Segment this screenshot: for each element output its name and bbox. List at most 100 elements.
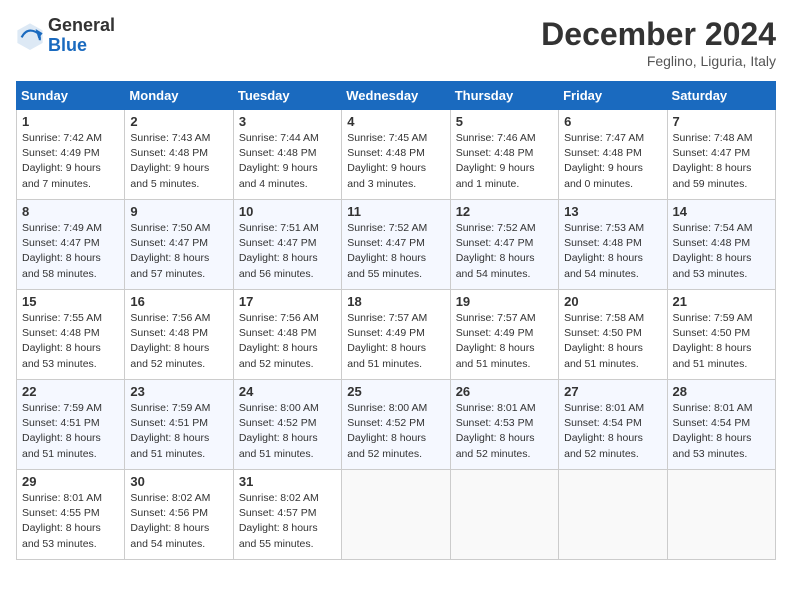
calendar-cell: 10Sunrise: 7:51 AM Sunset: 4:47 PM Dayli…: [233, 200, 341, 290]
day-info: Sunrise: 7:50 AM Sunset: 4:47 PM Dayligh…: [130, 221, 227, 282]
calendar-cell: 12Sunrise: 7:52 AM Sunset: 4:47 PM Dayli…: [450, 200, 558, 290]
calendar-cell: 1 Sunrise: 7:42 AM Sunset: 4:49 PM Daylig…: [17, 110, 125, 200]
header-day-monday: Monday: [125, 82, 233, 110]
day-info: Sunrise: 7:44 AM Sunset: 4:48 PM Dayligh…: [239, 131, 336, 192]
day-number: 4: [347, 114, 444, 129]
day-info: Sunrise: 8:00 AM Sunset: 4:52 PM Dayligh…: [239, 401, 336, 462]
day-info: Sunrise: 8:00 AM Sunset: 4:52 PM Dayligh…: [347, 401, 444, 462]
day-info: Sunrise: 7:58 AM Sunset: 4:50 PM Dayligh…: [564, 311, 661, 372]
calendar-cell: [559, 470, 667, 560]
calendar-cell: 30 Sunrise: 8:02 AM Sunset: 4:56 PM Dayli…: [125, 470, 233, 560]
logo-general: General: [48, 16, 115, 36]
day-number: 2: [130, 114, 227, 129]
day-number: 1: [22, 114, 119, 129]
day-info: Sunrise: 8:01 AM Sunset: 4:53 PM Dayligh…: [456, 401, 553, 462]
day-info: Sunrise: 7:56 AM Sunset: 4:48 PM Dayligh…: [239, 311, 336, 372]
calendar-cell: 4 Sunrise: 7:45 AM Sunset: 4:48 PM Daylig…: [342, 110, 450, 200]
day-number: 6: [564, 114, 661, 129]
calendar-cell: 31Sunrise: 8:02 AM Sunset: 4:57 PM Dayli…: [233, 470, 341, 560]
calendar-cell: 6 Sunrise: 7:47 AM Sunset: 4:48 PM Daylig…: [559, 110, 667, 200]
day-info: Sunrise: 8:01 AM Sunset: 4:54 PM Dayligh…: [673, 401, 770, 462]
header-row: SundayMondayTuesdayWednesdayThursdayFrid…: [17, 82, 776, 110]
day-number: 15: [22, 294, 119, 309]
title-section: December 2024 Feglino, Liguria, Italy: [541, 16, 776, 69]
day-number: 5: [456, 114, 553, 129]
day-number: 19: [456, 294, 553, 309]
logo: General Blue: [16, 16, 115, 56]
day-info: Sunrise: 7:52 AM Sunset: 4:47 PM Dayligh…: [347, 221, 444, 282]
calendar-cell: 16 Sunrise: 7:56 AM Sunset: 4:48 PM Dayli…: [125, 290, 233, 380]
header-day-sunday: Sunday: [17, 82, 125, 110]
logo-blue: Blue: [48, 36, 115, 56]
day-info: Sunrise: 8:01 AM Sunset: 4:54 PM Dayligh…: [564, 401, 661, 462]
calendar-cell: 3Sunrise: 7:44 AM Sunset: 4:48 PM Daylig…: [233, 110, 341, 200]
calendar-cell: 8Sunrise: 7:49 AM Sunset: 4:47 PM Daylig…: [17, 200, 125, 290]
header-day-saturday: Saturday: [667, 82, 775, 110]
day-info: Sunrise: 7:42 AM Sunset: 4:49 PM Dayligh…: [22, 131, 119, 192]
calendar-body: 1 Sunrise: 7:42 AM Sunset: 4:49 PM Daylig…: [17, 110, 776, 560]
calendar-cell: 25 Sunrise: 8:00 AM Sunset: 4:52 PM Dayli…: [342, 380, 450, 470]
day-info: Sunrise: 7:55 AM Sunset: 4:48 PM Dayligh…: [22, 311, 119, 372]
calendar-cell: [667, 470, 775, 560]
day-info: Sunrise: 7:59 AM Sunset: 4:50 PM Dayligh…: [673, 311, 770, 372]
calendar-cell: 27 Sunrise: 8:01 AM Sunset: 4:54 PM Dayli…: [559, 380, 667, 470]
day-info: Sunrise: 7:59 AM Sunset: 4:51 PM Dayligh…: [130, 401, 227, 462]
week-row-1: 1 Sunrise: 7:42 AM Sunset: 4:49 PM Daylig…: [17, 110, 776, 200]
day-number: 7: [673, 114, 770, 129]
calendar-cell: [450, 470, 558, 560]
header-day-friday: Friday: [559, 82, 667, 110]
day-number: 21: [673, 294, 770, 309]
calendar-cell: 28 Sunrise: 8:01 AM Sunset: 4:54 PM Dayli…: [667, 380, 775, 470]
calendar-cell: 23 Sunrise: 7:59 AM Sunset: 4:51 PM Dayli…: [125, 380, 233, 470]
day-number: 28: [673, 384, 770, 399]
day-info: Sunrise: 7:47 AM Sunset: 4:48 PM Dayligh…: [564, 131, 661, 192]
week-row-2: 8Sunrise: 7:49 AM Sunset: 4:47 PM Daylig…: [17, 200, 776, 290]
header-day-thursday: Thursday: [450, 82, 558, 110]
day-number: 22: [22, 384, 119, 399]
day-number: 23: [130, 384, 227, 399]
day-number: 17: [239, 294, 336, 309]
calendar-cell: 26 Sunrise: 8:01 AM Sunset: 4:53 PM Dayli…: [450, 380, 558, 470]
calendar-cell: 14 Sunrise: 7:54 AM Sunset: 4:48 PM Dayli…: [667, 200, 775, 290]
day-info: Sunrise: 7:46 AM Sunset: 4:48 PM Dayligh…: [456, 131, 553, 192]
day-number: 26: [456, 384, 553, 399]
calendar-cell: 15 Sunrise: 7:55 AM Sunset: 4:48 PM Dayli…: [17, 290, 125, 380]
day-info: Sunrise: 8:01 AM Sunset: 4:55 PM Dayligh…: [22, 491, 119, 552]
subtitle: Feglino, Liguria, Italy: [541, 53, 776, 69]
calendar-table: SundayMondayTuesdayWednesdayThursdayFrid…: [16, 81, 776, 560]
day-number: 18: [347, 294, 444, 309]
day-info: Sunrise: 7:52 AM Sunset: 4:47 PM Dayligh…: [456, 221, 553, 282]
calendar-cell: 2Sunrise: 7:43 AM Sunset: 4:48 PM Daylig…: [125, 110, 233, 200]
calendar-cell: 17 Sunrise: 7:56 AM Sunset: 4:48 PM Dayli…: [233, 290, 341, 380]
calendar-cell: 11 Sunrise: 7:52 AM Sunset: 4:47 PM Dayli…: [342, 200, 450, 290]
day-number: 29: [22, 474, 119, 489]
day-info: Sunrise: 7:49 AM Sunset: 4:47 PM Dayligh…: [22, 221, 119, 282]
week-row-3: 15 Sunrise: 7:55 AM Sunset: 4:48 PM Dayli…: [17, 290, 776, 380]
week-row-5: 29 Sunrise: 8:01 AM Sunset: 4:55 PM Dayli…: [17, 470, 776, 560]
calendar-cell: 24 Sunrise: 8:00 AM Sunset: 4:52 PM Dayli…: [233, 380, 341, 470]
week-row-4: 22 Sunrise: 7:59 AM Sunset: 4:51 PM Dayli…: [17, 380, 776, 470]
day-number: 16: [130, 294, 227, 309]
calendar-cell: 19 Sunrise: 7:57 AM Sunset: 4:49 PM Dayli…: [450, 290, 558, 380]
day-info: Sunrise: 7:45 AM Sunset: 4:48 PM Dayligh…: [347, 131, 444, 192]
calendar-cell: 5 Sunrise: 7:46 AM Sunset: 4:48 PM Daylig…: [450, 110, 558, 200]
calendar-cell: 29 Sunrise: 8:01 AM Sunset: 4:55 PM Dayli…: [17, 470, 125, 560]
day-info: Sunrise: 7:59 AM Sunset: 4:51 PM Dayligh…: [22, 401, 119, 462]
day-info: Sunrise: 7:57 AM Sunset: 4:49 PM Dayligh…: [456, 311, 553, 372]
day-info: Sunrise: 7:48 AM Sunset: 4:47 PM Dayligh…: [673, 131, 770, 192]
day-info: Sunrise: 7:54 AM Sunset: 4:48 PM Dayligh…: [673, 221, 770, 282]
day-number: 25: [347, 384, 444, 399]
calendar-cell: [342, 470, 450, 560]
day-info: Sunrise: 8:02 AM Sunset: 4:56 PM Dayligh…: [130, 491, 227, 552]
day-number: 27: [564, 384, 661, 399]
day-number: 11: [347, 204, 444, 219]
calendar-cell: 9Sunrise: 7:50 AM Sunset: 4:47 PM Daylig…: [125, 200, 233, 290]
logo-text: General Blue: [48, 16, 115, 56]
day-number: 20: [564, 294, 661, 309]
main-title: December 2024: [541, 16, 776, 53]
day-number: 24: [239, 384, 336, 399]
day-info: Sunrise: 7:56 AM Sunset: 4:48 PM Dayligh…: [130, 311, 227, 372]
day-number: 30: [130, 474, 227, 489]
header-day-tuesday: Tuesday: [233, 82, 341, 110]
day-number: 14: [673, 204, 770, 219]
